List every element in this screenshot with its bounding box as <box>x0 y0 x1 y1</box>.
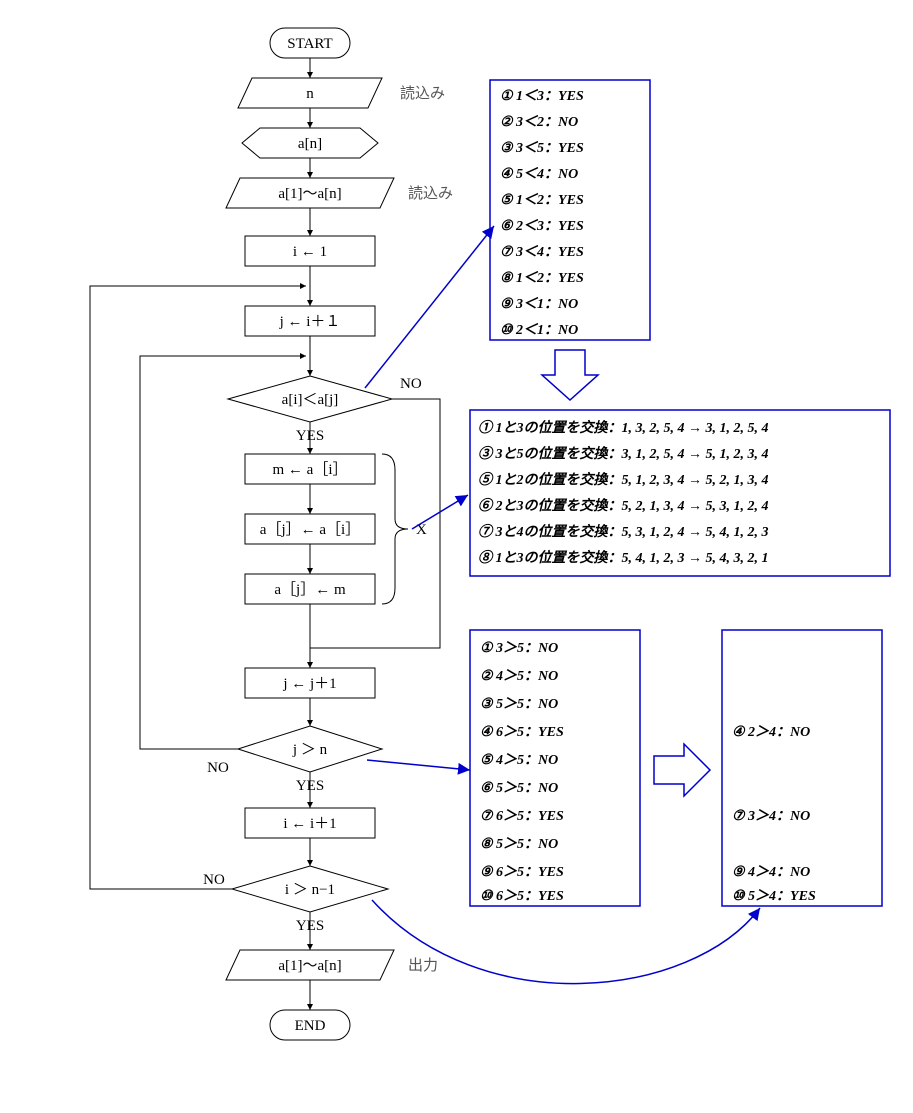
svg-text:④ 2＞4：NO: ④ 2＞4：NO <box>732 724 810 740</box>
svg-text:⑥ 2と3の位置を交換：5, 2, 1, 3, 4 → 5,: ⑥ 2と3の位置を交換：5, 2, 1, 3, 4 → 5, 3, 1, 2, … <box>478 497 769 514</box>
svg-text:① 3＞5：NO: ① 3＞5：NO <box>480 640 558 656</box>
trace-box-4: ④ 2＞4：NO ⑦ 3＞4：NO ⑨ 4＞4：NO ⑩ 5＞4：YES <box>722 630 882 906</box>
end-node: END <box>270 1010 350 1040</box>
svg-text:読込み: 読込み <box>408 185 453 202</box>
svg-text:j ← i＋１: j ← i＋１ <box>279 314 341 330</box>
svg-text:i ＞ n−1: i ＞ n−1 <box>285 882 335 898</box>
svg-text:⑨ 4＞4：NO: ⑨ 4＞4：NO <box>732 864 810 880</box>
svg-text:⑨ 6＞5：YES: ⑨ 6＞5：YES <box>480 864 564 880</box>
svg-text:出力: 出力 <box>408 957 438 974</box>
svg-text:⑤ 4＞5：NO: ⑤ 4＞5：NO <box>480 752 558 768</box>
j-inc: j ← j＋1 <box>245 668 375 698</box>
svg-text:a[1]～a[n]: a[1]～a[n] <box>278 958 341 974</box>
arrow-box3-box4 <box>654 744 710 796</box>
svg-text:③ 5＞5：NO: ③ 5＞5：NO <box>480 696 558 712</box>
decision-jloop: j ＞ n YES NO <box>207 726 382 794</box>
svg-text:④ 5＜4：NO: ④ 5＜4：NO <box>500 166 578 182</box>
svg-text:③ 3＜5：YES: ③ 3＜5：YES <box>500 140 584 156</box>
svg-text:⑨ 3＜1：NO: ⑨ 3＜1：NO <box>500 296 578 312</box>
svg-text:START: START <box>287 36 332 52</box>
input-array: a[1]～a[n] 読込み <box>226 178 453 208</box>
svg-text:⑦ 3＞4：NO: ⑦ 3＞4：NO <box>732 808 810 824</box>
decision-compare: a[i]＜a[j] YES NO <box>228 376 422 444</box>
svg-text:⑩ 5＞4：YES: ⑩ 5＞4：YES <box>732 888 816 904</box>
svg-text:i ← i＋1: i ← i＋1 <box>283 816 336 832</box>
svg-text:i ← 1: i ← 1 <box>293 244 327 260</box>
aj-m: a［j］← m <box>245 574 375 604</box>
svg-text:a［j］← a［i］: a［j］← a［i］ <box>260 521 360 538</box>
svg-text:⑤ 1＜2：YES: ⑤ 1＜2：YES <box>500 192 584 208</box>
svg-text:X: X <box>416 522 427 538</box>
start-node: START <box>270 28 350 58</box>
output-array: a[1]～a[n] 出力 <box>226 950 438 980</box>
svg-text:a[i]＜a[j]: a[i]＜a[j] <box>282 392 339 408</box>
svg-text:読込み: 読込み <box>400 85 445 102</box>
svg-text:⑩ 2＜1：NO: ⑩ 2＜1：NO <box>500 322 578 338</box>
svg-text:NO: NO <box>207 760 229 776</box>
svg-text:① 1と3の位置を交換：1, 3, 2, 5, 4 → 3,: ① 1と3の位置を交換：1, 3, 2, 5, 4 → 3, 1, 2, 5, … <box>478 419 769 436</box>
flowchart-diagram: START n 読込み a[n] a[1]～a[n] 読込み i ← 1 j ←… <box>0 0 913 1113</box>
svg-text:⑤ 1と2の位置を交換：5, 1, 2, 3, 4 → 5,: ⑤ 1と2の位置を交換：5, 1, 2, 3, 4 → 5, 2, 1, 3, … <box>478 471 769 488</box>
j-init: j ← i＋１ <box>245 306 375 336</box>
aj-ai: a［j］← a［i］ <box>245 514 375 544</box>
arrow-box1-box2 <box>542 350 598 400</box>
svg-text:a[1]～a[n]: a[1]～a[n] <box>278 186 341 202</box>
svg-text:NO: NO <box>400 376 422 392</box>
trace-box-1: ① 1＜3：YES ② 3＜2：NO ③ 3＜5：YES ④ 5＜4：NO ⑤ … <box>490 80 650 340</box>
svg-text:a［j］← m: a［j］← m <box>274 581 346 598</box>
svg-text:END: END <box>295 1018 326 1034</box>
svg-text:② 3＜2：NO: ② 3＜2：NO <box>500 114 578 130</box>
svg-text:j ← j＋1: j ← j＋1 <box>282 676 336 692</box>
svg-text:⑦ 3＜4：YES: ⑦ 3＜4：YES <box>500 244 584 260</box>
svg-text:⑩ 6＞5：YES: ⑩ 6＞5：YES <box>480 888 564 904</box>
m-assign: m ← a［i］ <box>245 454 375 484</box>
prep-a: a[n] <box>242 128 378 158</box>
i-inc: i ← i＋1 <box>245 808 375 838</box>
svg-text:⑦ 6＞5：YES: ⑦ 6＞5：YES <box>480 808 564 824</box>
svg-text:⑦ 3と4の位置を交換：5, 3, 1, 2, 4 → 5,: ⑦ 3と4の位置を交換：5, 3, 1, 2, 4 → 5, 4, 1, 2, … <box>478 523 769 540</box>
svg-text:a[n]: a[n] <box>298 136 322 152</box>
svg-text:⑧ 1と3の位置を交換：5, 4, 1, 2, 3 → 5,: ⑧ 1と3の位置を交換：5, 4, 1, 2, 3 → 5, 4, 3, 2, … <box>478 549 769 566</box>
svg-text:⑧ 1＜2：YES: ⑧ 1＜2：YES <box>500 270 584 286</box>
decision-iloop: i ＞ n−1 YES NO <box>203 866 388 934</box>
svg-text:m ← a［i］: m ← a［i］ <box>273 461 348 478</box>
svg-text:n: n <box>306 86 314 102</box>
svg-text:⑥ 5＞5：NO: ⑥ 5＞5：NO <box>480 780 558 796</box>
svg-text:⑧ 5＞5：NO: ⑧ 5＞5：NO <box>480 836 558 852</box>
svg-text:j ＞ n: j ＞ n <box>292 742 328 758</box>
svg-text:NO: NO <box>203 872 225 888</box>
svg-text:⑥ 2＜3：YES: ⑥ 2＜3：YES <box>500 218 584 234</box>
svg-text:② 4＞5：NO: ② 4＞5：NO <box>480 668 558 684</box>
trace-box-2: ① 1と3の位置を交換：1, 3, 2, 5, 4 → 3, 1, 2, 5, … <box>470 410 890 576</box>
trace-box-3: ① 3＞5：NO ② 4＞5：NO ③ 5＞5：NO ④ 6＞5：YES ⑤ 4… <box>470 630 640 906</box>
svg-text:③ 3と5の位置を交換：3, 1, 2, 5, 4 → 5,: ③ 3と5の位置を交換：3, 1, 2, 5, 4 → 5, 1, 2, 3, … <box>478 445 769 462</box>
svg-text:④ 6＞5：YES: ④ 6＞5：YES <box>480 724 564 740</box>
i-init: i ← 1 <box>245 236 375 266</box>
svg-text:① 1＜3：YES: ① 1＜3：YES <box>500 88 584 104</box>
input-n: n 読込み <box>238 78 445 108</box>
